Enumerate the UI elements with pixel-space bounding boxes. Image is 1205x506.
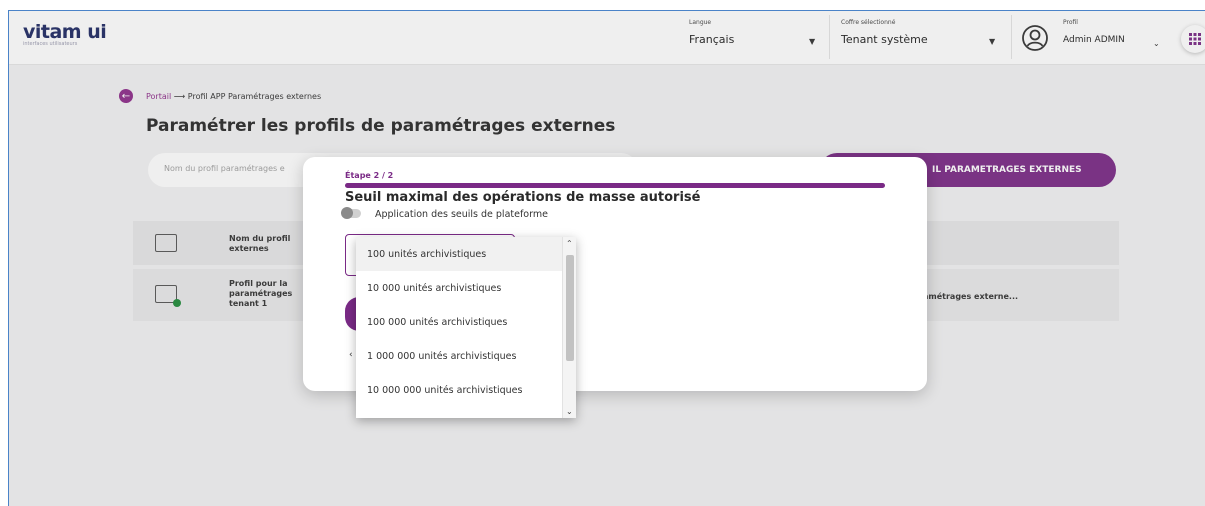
step-progress-bar [345,183,885,188]
toggle-knob [341,207,353,219]
dropdown-option[interactable]: 10 000 unités archivistiques [356,271,562,305]
dropdown-option[interactable]: 100 unités archivistiques [356,237,562,271]
scroll-down-icon[interactable]: ⌄ [566,407,573,416]
back-chevron-icon[interactable]: ‹ [349,350,353,360]
scrollbar-thumb[interactable] [566,255,574,361]
dropdown-scrollbar[interactable]: ⌃ ⌄ [562,237,576,418]
dropdown-option[interactable]: 1 000 000 unités archivistiques [356,339,562,373]
modal-title: Seuil maximal des opérations de masse au… [345,190,701,205]
scroll-up-icon[interactable]: ⌃ [566,239,573,248]
dropdown-option[interactable]: 10 000 000 unités archivistiques [356,373,562,407]
threshold-dropdown: 100 unités archivistiques 10 000 unités … [356,237,576,418]
platform-threshold-toggle[interactable] [341,207,361,219]
step-indicator: Étape 2 / 2 [345,171,394,180]
toggle-label: Application des seuils de plateforme [375,209,548,220]
app-window: vitam ui interfaces utilisateurs Langue … [8,10,1205,506]
dropdown-option[interactable]: 100 000 unités archivistiques [356,305,562,339]
